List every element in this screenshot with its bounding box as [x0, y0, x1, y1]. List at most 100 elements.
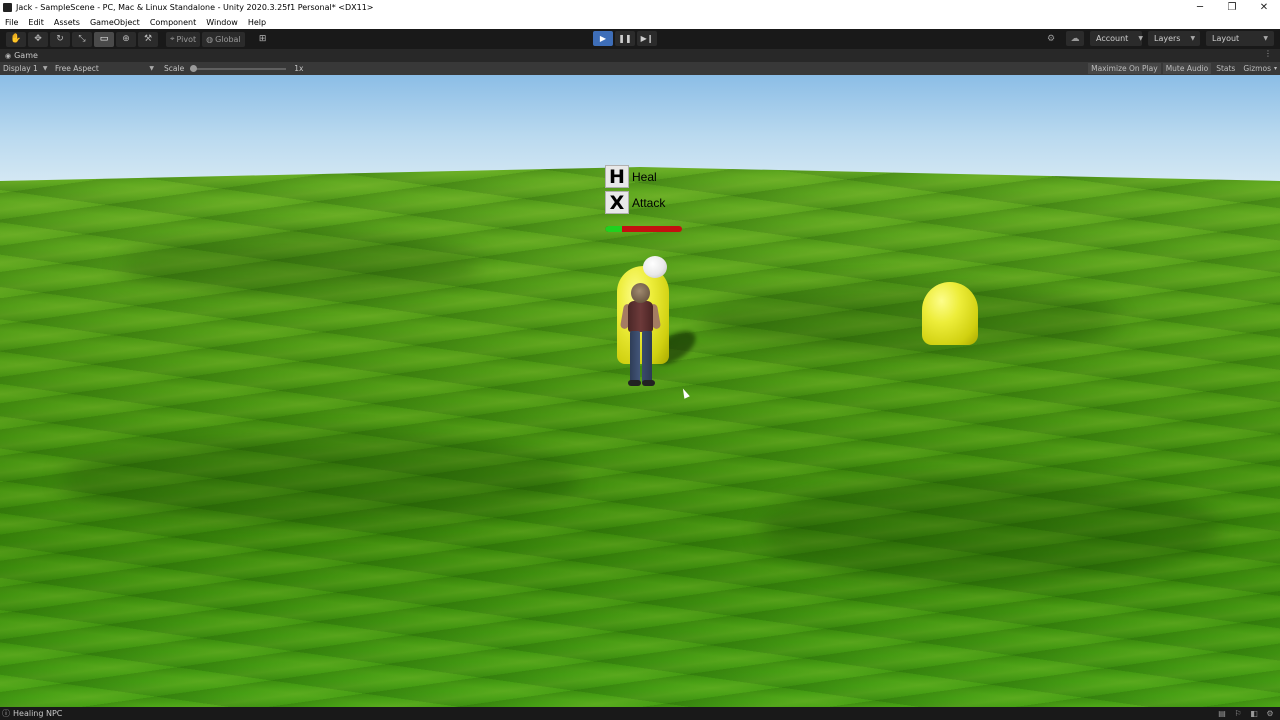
layers-dropdown[interactable]: Layers ▼: [1148, 31, 1200, 46]
chevron-down-icon: ▼: [1138, 35, 1143, 42]
attack-key: X: [605, 191, 629, 214]
settings-icon[interactable]: ⚙: [1264, 708, 1276, 719]
status-message[interactable]: Healing NPC: [13, 709, 62, 718]
display-label: Display 1: [3, 64, 38, 73]
ground-shadow: [120, 235, 480, 295]
scale-slider[interactable]: [190, 64, 287, 72]
grid-snap-icon[interactable]: ⊞: [253, 32, 273, 47]
npc-health-bar: [605, 226, 682, 232]
enemy-npc-capsule[interactable]: [922, 282, 978, 345]
menu-help[interactable]: Help: [243, 18, 271, 27]
ground-shadow: [700, 285, 1120, 355]
heal-key: H: [605, 165, 629, 188]
character-shoe: [628, 380, 641, 386]
character-leg: [630, 331, 640, 383]
aspect-dropdown[interactable]: Free Aspect ▼: [52, 64, 158, 73]
menu-file[interactable]: File: [0, 18, 23, 27]
layers-label: Layers: [1154, 34, 1181, 43]
scale-value: 1x: [294, 64, 304, 73]
character-head: [631, 283, 650, 303]
character-shoe: [642, 380, 655, 386]
tab-menu-icon[interactable]: ⋮: [1264, 49, 1272, 58]
progress-icon: ▤: [1218, 709, 1226, 718]
unity-logo-icon: [3, 3, 12, 12]
account-label: Account: [1096, 34, 1129, 43]
player-character: [619, 283, 663, 395]
pivot-icon: ⌖: [170, 34, 175, 43]
chevron-down-icon: ▼: [42, 65, 48, 72]
scale-label: Scale: [164, 64, 185, 73]
collab-icon[interactable]: ⚙: [1042, 31, 1060, 46]
ground-shadow: [760, 475, 1220, 585]
globe-icon: ◍: [206, 34, 214, 44]
menu-assets[interactable]: Assets: [49, 18, 85, 27]
global-toggle[interactable]: ◍ Global: [202, 31, 245, 47]
stats-toggle[interactable]: Stats: [1213, 63, 1238, 74]
menu-bar: File Edit Assets GameObject Component Wi…: [0, 15, 1280, 29]
chevron-down-icon[interactable]: ▾: [1274, 65, 1277, 72]
attack-action: X Attack: [605, 191, 665, 214]
ground-shadow: [60, 435, 580, 525]
layout-dropdown[interactable]: Layout ▼: [1206, 31, 1274, 46]
hand-tool-icon[interactable]: ✋: [6, 31, 26, 47]
menu-component[interactable]: Component: [145, 18, 201, 27]
aspect-label: Free Aspect: [55, 64, 99, 73]
main-toolbar: ✋ ✥ ↻ ⤡ ▭ ⊕ ⚒ ⌖ Pivot ◍ Global ⊞ ▶ ❚❚ ▶❙ ⚙…: [0, 29, 1280, 49]
rect-tool-icon[interactable]: ▭: [94, 31, 114, 47]
character-leg: [642, 331, 652, 383]
chevron-down-icon: ▼: [1190, 35, 1196, 42]
rotate-tool-icon[interactable]: ↻: [50, 31, 70, 47]
maximize-button[interactable]: ❐: [1216, 0, 1248, 15]
global-label: Global: [215, 34, 241, 44]
status-icons: ▤ ⚐ ◧ ⚙: [1212, 708, 1276, 719]
health-bar-fill: [605, 226, 622, 232]
display-dropdown[interactable]: Display 1 ▼: [0, 64, 52, 73]
custom-tool-icon[interactable]: ⚒: [138, 31, 158, 47]
minimize-button[interactable]: ─: [1184, 0, 1216, 15]
debug-icon[interactable]: ⚐: [1232, 708, 1244, 719]
pivot-toggle[interactable]: ⌖ Pivot: [166, 31, 201, 47]
window-title-bar: Jack - SampleScene - PC, Mac & Linux Sta…: [0, 0, 1280, 15]
play-controls: ▶ ❚❚ ▶❙: [593, 31, 659, 46]
status-bar: ⓘ Healing NPC ▤ ⚐ ◧ ⚙: [0, 707, 1280, 720]
window-title: Jack - SampleScene - PC, Mac & Linux Sta…: [16, 3, 374, 12]
game-tab-bar: ◉ Game ⋮: [0, 49, 1280, 62]
close-button[interactable]: ✕: [1248, 0, 1280, 15]
tab-game[interactable]: ◉ Game: [0, 51, 38, 60]
play-button[interactable]: ▶: [593, 31, 613, 46]
scale-slider-handle[interactable]: [190, 64, 198, 72]
npc-head-ball: [643, 256, 667, 278]
transform-tools: ✋ ✥ ↻ ⤡ ▭ ⊕ ⚒: [4, 31, 158, 47]
game-view-options: Display 1 ▼ Free Aspect ▼ Scale 1x Maximiz…: [0, 62, 1280, 75]
menu-gameobject[interactable]: GameObject: [85, 18, 145, 27]
move-tool-icon[interactable]: ✥: [28, 31, 48, 47]
game-viewport[interactable]: H Heal X Attack: [0, 75, 1280, 707]
pivot-label: Pivot: [176, 34, 197, 44]
gizmos-label: Gizmos: [1243, 64, 1271, 73]
tab-game-label: Game: [14, 51, 38, 60]
maximize-on-play-toggle[interactable]: Maximize On Play: [1088, 63, 1161, 74]
gizmos-toggle[interactable]: Gizmos ▾: [1240, 63, 1280, 74]
account-dropdown[interactable]: Account ▼: [1090, 31, 1143, 46]
heal-action: H Heal: [605, 165, 657, 188]
step-button[interactable]: ▶❙: [637, 31, 657, 46]
game-view-toggles: Maximize On Play Mute Audio Stats Gizmos…: [1086, 62, 1280, 75]
scale-tool-icon[interactable]: ⤡: [72, 31, 92, 47]
pivot-group: ⌖ Pivot ◍ Global ⊞: [164, 31, 273, 47]
info-icon: ⓘ: [2, 709, 10, 718]
heal-label: Heal: [632, 169, 657, 184]
menu-window[interactable]: Window: [201, 18, 243, 27]
toolbar-right: ⚙ ☁ Account ▼ Layers ▼ Layout ▼: [1036, 31, 1274, 46]
console-icon[interactable]: ◧: [1248, 708, 1260, 719]
transform-tool-icon[interactable]: ⊕: [116, 31, 136, 47]
chevron-down-icon: ▼: [149, 65, 154, 72]
character-torso: [628, 301, 653, 332]
menu-edit[interactable]: Edit: [23, 18, 49, 27]
gamepad-icon: ◉: [5, 51, 12, 60]
cloud-icon[interactable]: ☁: [1066, 31, 1084, 46]
pause-button[interactable]: ❚❚: [615, 31, 635, 46]
chevron-down-icon: ▼: [1263, 35, 1268, 42]
layout-label: Layout: [1212, 34, 1240, 43]
mute-audio-toggle[interactable]: Mute Audio: [1162, 63, 1212, 74]
attack-label: Attack: [632, 195, 666, 210]
